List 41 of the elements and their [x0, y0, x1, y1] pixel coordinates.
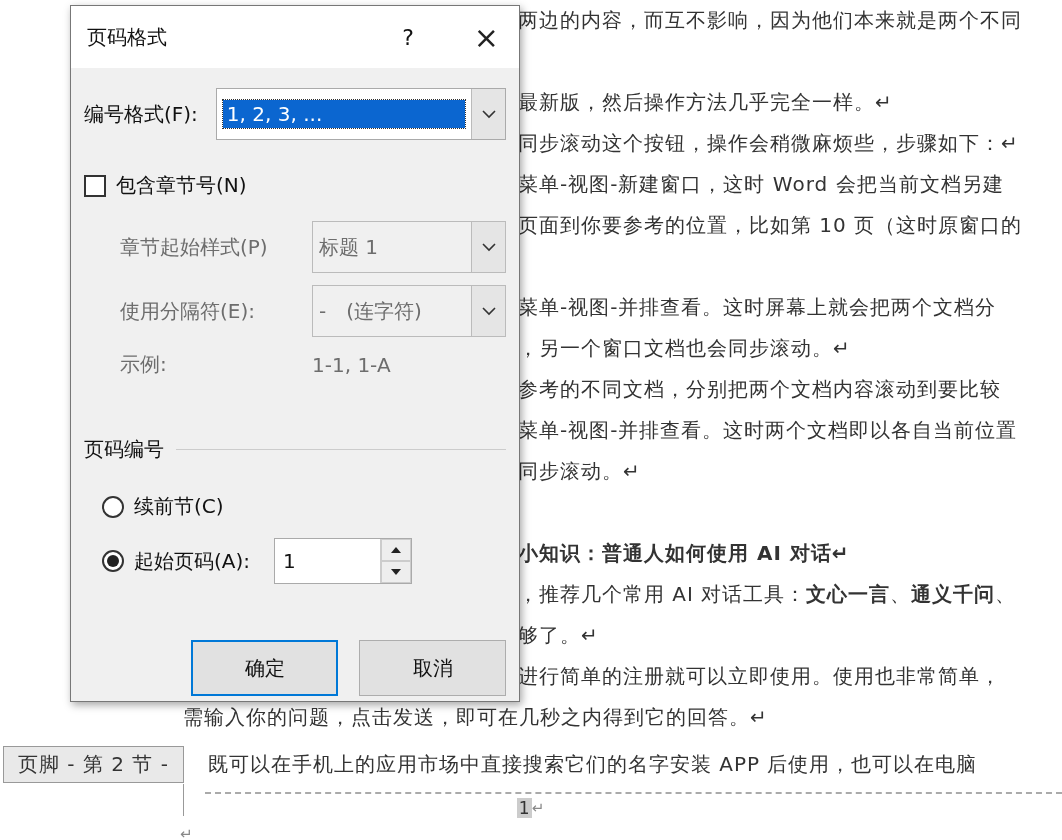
close-button[interactable]: × — [467, 19, 505, 55]
chevron-down-icon — [481, 242, 496, 252]
document-text: 最新版，然后操作方法几乎完全一样。↵ — [518, 89, 893, 116]
radio-label: 续前节(C) — [134, 493, 224, 520]
radio-button[interactable] — [102, 550, 124, 572]
ok-button[interactable]: 确定 — [191, 640, 338, 696]
document-text: ，推荐几个常用 AI 对话工具：文心一言、通义千问、 — [518, 581, 1017, 608]
document-text: 够了。↵ — [518, 622, 599, 649]
example-label: 示例: — [120, 351, 168, 378]
checkbox[interactable] — [84, 174, 106, 197]
document-heading: 小知识：普通人如何使用 AI 对话↵ — [518, 540, 850, 567]
document-text: 需输入你的问题，点击发送，即可在几秒之内得到它的回答。↵ — [183, 704, 768, 731]
paragraph-mark: ↵ — [531, 799, 546, 817]
document-text: 参考的不同文档，分别把两个文档内容滚动到要比较 — [518, 376, 1001, 403]
chevron-down-icon — [481, 306, 496, 316]
paragraph-mark: ↵ — [180, 825, 194, 840]
document-text: 菜单-视图-并排查看。这时两个文档即以各自当前位置 — [518, 417, 1018, 444]
document-text: ，另一个窗口文档也会同步滚动。↵ — [518, 335, 851, 362]
footer-section-tag: 页脚 - 第 2 节 - — [3, 745, 184, 783]
document-text: 两边的内容，而互不影响，因为他们本来就是两个不同 — [518, 7, 1022, 34]
document-text: 菜单-视图-新建窗口，这时 Word 会把当前文档另建 — [518, 171, 1004, 198]
field-label: 编号格式(F): — [84, 100, 198, 128]
example-value: 1-1, 1-A — [312, 352, 391, 377]
field-label: 章节起始样式(P) — [120, 233, 269, 261]
document-text: 同步滚动这个按钮，操作会稍微麻烦些，步骤如下：↵ — [518, 130, 1019, 157]
field-label: 使用分隔符(E): — [120, 297, 256, 325]
document-text: 同步滚动。↵ — [518, 458, 641, 485]
document-text: 既可以在手机上的应用市场中直接搜索它们的名字安装 APP 后使用，也可以在电脑 — [207, 750, 978, 778]
radio-button[interactable] — [102, 495, 124, 518]
section-title: 页码编号 — [84, 436, 164, 463]
document-text: 页面到你要参考的位置，比如第 10 页（这时原窗口的 — [518, 212, 1023, 239]
chevron-down-icon — [481, 109, 496, 119]
document-text: 进行简单的注册就可以立即使用。使用也非常简单， — [518, 663, 1001, 690]
page-number: 1 — [516, 798, 532, 818]
radio-label: 起始页码(A): — [134, 547, 251, 575]
dialog-title: 页码格式 — [87, 23, 168, 51]
help-button[interactable]: ? — [402, 24, 414, 50]
cancel-button[interactable]: 取消 — [359, 640, 506, 696]
checkbox-label: 包含章节号(N) — [116, 172, 247, 199]
document-text: 菜单-视图-并排查看。这时屏幕上就会把两个文档分 — [518, 294, 997, 321]
number-format-dropdown[interactable]: 1, 2, 3, ... — [215, 88, 506, 140]
